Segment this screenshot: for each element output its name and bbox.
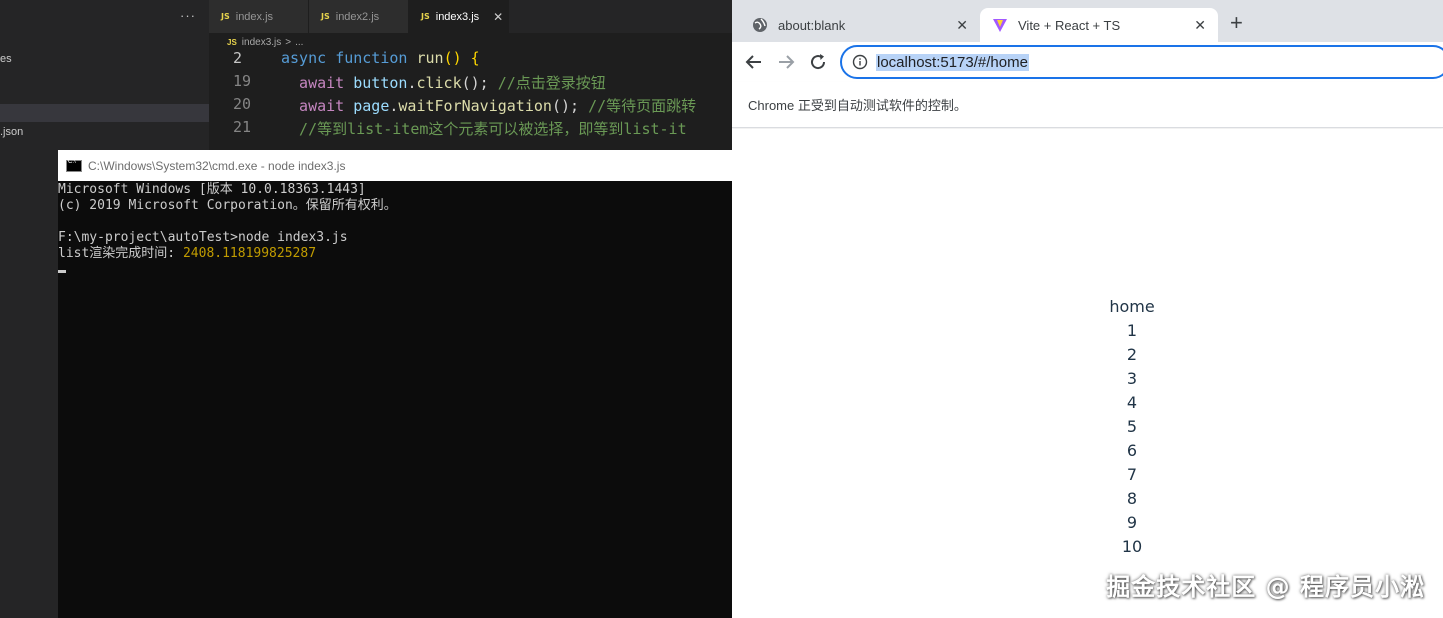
list-item: 5 xyxy=(1126,417,1138,436)
code-editor[interactable]: 2 async function run() { 19 await button.c… xyxy=(209,49,732,159)
code-token: button xyxy=(353,74,408,92)
line-number: 19 xyxy=(233,72,252,90)
list-item: 2 xyxy=(1126,345,1138,364)
list-item: 1 xyxy=(1126,321,1138,340)
tab-index2-js[interactable]: JS index2.js xyxy=(309,0,409,33)
line-number: 20 xyxy=(233,95,252,113)
cmd-app-icon xyxy=(66,159,82,172)
code-token: async xyxy=(281,49,336,67)
code-text: await page.waitForNavigation(); //等待页面跳转 xyxy=(281,95,696,116)
tab-about-blank[interactable]: about:blank ✕ xyxy=(740,8,980,42)
tab-vite-react[interactable]: Vite + React + TS ✕ xyxy=(980,8,1218,42)
code-token: (); xyxy=(461,74,498,92)
infobar-text: Chrome 正受到自动测试软件的控制。 xyxy=(748,98,967,113)
cmd-result-label: list渲染完成时间: xyxy=(58,246,183,261)
explorer-item[interactable]: es xyxy=(0,53,12,65)
list-item: 8 xyxy=(1126,489,1138,508)
new-tab-button[interactable]: + xyxy=(1230,12,1243,34)
list-item: 4 xyxy=(1126,393,1138,412)
code-text: await button.click(); //点击登录按钮 xyxy=(281,72,606,93)
code-token: await xyxy=(281,74,354,92)
code-token: () { xyxy=(443,49,480,67)
url-text[interactable]: localhost:5173/#/home xyxy=(876,53,1029,71)
cmd-line: Microsoft Windows [版本 10.0.18363.1443] xyxy=(58,182,366,197)
cmd-result-line: list渲染完成时间: 2408.118199825287 xyxy=(58,246,732,262)
tab-index-js[interactable]: JS index.js xyxy=(209,0,309,33)
js-file-icon: JS xyxy=(221,12,230,21)
cmd-title: C:\Windows\System32\cmd.exe - node index… xyxy=(88,158,346,173)
code-token: waitForNavigation xyxy=(398,97,552,115)
line-number: 2 xyxy=(233,49,243,67)
code-line[interactable]: 2 async function run() { xyxy=(209,49,732,72)
cmd-output[interactable]: Microsoft Windows [版本 10.0.18363.1443] (c… xyxy=(58,181,732,278)
forward-icon[interactable] xyxy=(776,52,796,72)
chrome-window: about:blank ✕ Vite + React + TS ✕ + loca… xyxy=(732,0,1443,618)
page-heading: home xyxy=(1109,297,1155,316)
list-item: 7 xyxy=(1126,465,1138,484)
breadcrumb-file[interactable]: index3.js xyxy=(242,37,281,48)
code-token: //点击登录按钮 xyxy=(497,74,606,92)
cmd-line: F:\my-project\autoTest>node index3.js xyxy=(58,230,348,245)
home-content: home 1 2 3 4 5 6 7 8 9 10 xyxy=(1092,295,1172,559)
code-token: await xyxy=(281,97,354,115)
js-file-icon: JS xyxy=(421,12,430,21)
breadcrumb-rest[interactable]: ... xyxy=(295,37,303,48)
globe-icon xyxy=(752,17,768,33)
editor-tabs: JS index.js JS index2.js JS index3.js ✕ xyxy=(209,0,732,33)
text-cursor xyxy=(58,270,66,273)
code-text: //等到list-item这个元素可以被选择，即等到list-it xyxy=(281,118,687,139)
reload-icon[interactable] xyxy=(808,52,828,72)
cmd-cursor-line xyxy=(58,262,732,278)
tab-label: Vite + React + TS xyxy=(1018,17,1121,33)
breadcrumb-separator: > xyxy=(285,36,292,48)
close-icon[interactable]: ✕ xyxy=(493,10,503,24)
explorer-selected-row[interactable] xyxy=(0,104,209,122)
cmd-line: (c) 2019 Microsoft Corporation。保留所有权利。 xyxy=(58,198,397,213)
tab-label: about:blank xyxy=(778,17,846,33)
info-icon[interactable] xyxy=(852,54,868,70)
cmd-window[interactable]: C:\Windows\System32\cmd.exe - node index… xyxy=(58,150,732,618)
list-item: 3 xyxy=(1126,369,1138,388)
list-item: 9 xyxy=(1126,513,1138,532)
code-token: click xyxy=(416,74,462,92)
watermark: 掘金技术社区 @ 程序员小淞 xyxy=(1106,573,1425,601)
code-line[interactable]: 19 await button.click(); //点击登录按钮 xyxy=(209,72,732,95)
address-bar[interactable]: localhost:5173/#/home xyxy=(840,45,1443,79)
code-token: page xyxy=(353,97,390,115)
tab-strip: about:blank ✕ Vite + React + TS ✕ + xyxy=(732,0,1443,42)
back-icon[interactable] xyxy=(744,52,764,72)
vite-icon xyxy=(992,17,1008,33)
code-text: async function run() { xyxy=(281,49,480,67)
cmd-titlebar[interactable]: C:\Windows\System32\cmd.exe - node index… xyxy=(58,150,732,181)
explorer-item[interactable]: .json xyxy=(0,126,23,138)
cmd-result-value: 2408.118199825287 xyxy=(182,246,317,261)
code-token: //等到list-item这个元素可以被选择，即等到list-it xyxy=(281,120,687,138)
js-file-icon: JS xyxy=(321,12,330,21)
cmd-line: ​ xyxy=(58,214,732,230)
close-icon[interactable]: ✕ xyxy=(956,17,968,34)
list-item: 10 xyxy=(1121,537,1143,556)
code-token: function xyxy=(335,49,417,67)
page-viewport: home 1 2 3 4 5 6 7 8 9 10 xyxy=(732,129,1443,618)
tab-index3-js[interactable]: JS index3.js ✕ xyxy=(409,0,509,33)
more-actions-icon[interactable]: ··· xyxy=(180,8,196,23)
tab-label: index3.js xyxy=(435,10,480,23)
code-token: (); xyxy=(551,97,589,115)
close-icon[interactable]: ✕ xyxy=(1194,17,1206,34)
automation-infobar: Chrome 正受到自动测试软件的控制。 xyxy=(732,82,1443,128)
tab-label: index2.js xyxy=(335,10,380,23)
tab-label: index.js xyxy=(235,10,274,23)
line-number: 21 xyxy=(233,118,252,136)
list-item: 6 xyxy=(1126,441,1138,460)
code-line[interactable]: 20 await page.waitForNavigation(); //等待页… xyxy=(209,95,732,118)
code-token: //等待页面跳转 xyxy=(588,97,697,115)
browser-toolbar: localhost:5173/#/home xyxy=(732,42,1443,82)
code-line[interactable]: 21 //等到list-item这个元素可以被选择，即等到list-it xyxy=(209,118,732,141)
code-token: run xyxy=(416,49,444,67)
js-file-icon: JS xyxy=(227,37,237,47)
